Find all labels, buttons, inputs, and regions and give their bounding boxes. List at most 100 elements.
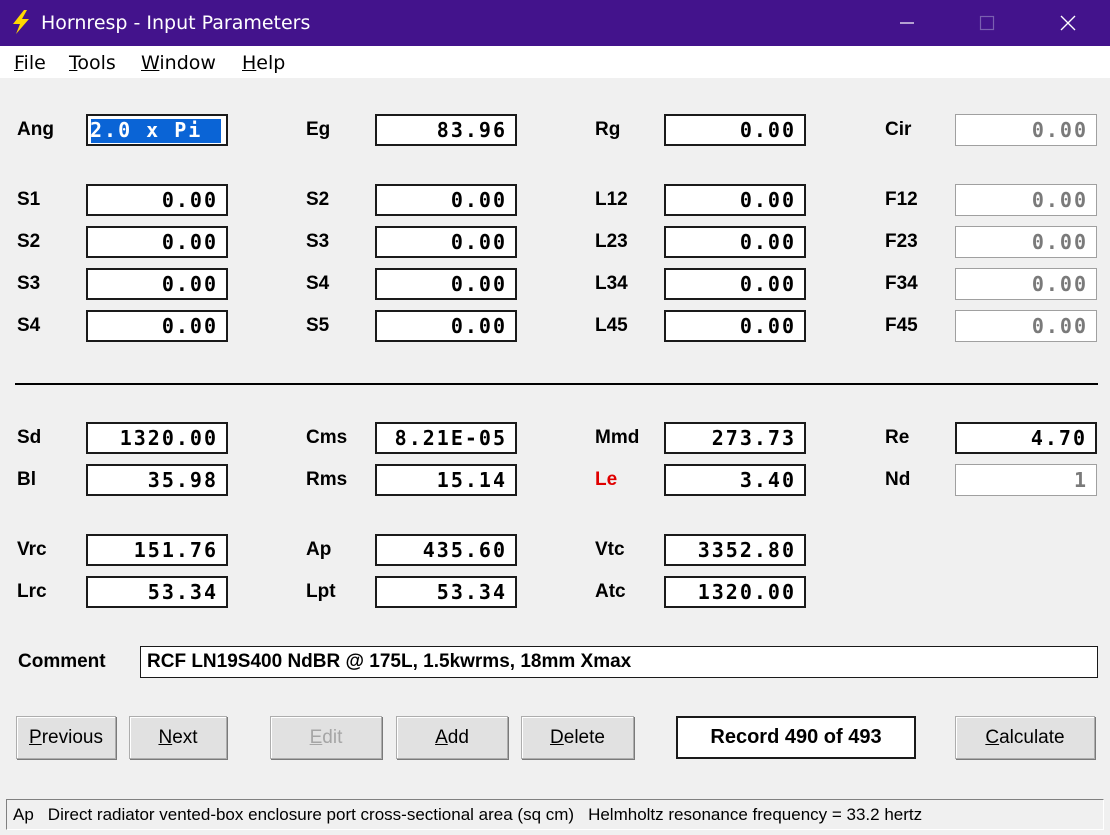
label-s1: S1 [17, 189, 41, 210]
le-field[interactable] [664, 464, 806, 496]
menu-tools[interactable]: Tools [69, 52, 116, 74]
s4-field[interactable] [86, 310, 228, 342]
comment-input[interactable] [141, 647, 1097, 677]
s1-input[interactable] [88, 186, 226, 214]
l12-field[interactable] [664, 184, 806, 216]
l23-field[interactable] [664, 226, 806, 258]
label-f45: F45 [885, 315, 918, 336]
l34-field[interactable] [664, 268, 806, 300]
label-sd: Sd [17, 427, 42, 448]
label-s3: S3 [306, 231, 330, 252]
vtc-input[interactable] [666, 536, 804, 564]
lpt-input[interactable] [377, 578, 515, 606]
mmd-input[interactable] [666, 424, 804, 452]
bl-field[interactable] [86, 464, 228, 496]
vtc-field[interactable] [664, 534, 806, 566]
l45-field[interactable] [664, 310, 806, 342]
s1-field[interactable] [86, 184, 228, 216]
ang-input[interactable] [88, 116, 226, 144]
s4-input[interactable] [377, 270, 515, 298]
status-extra: Helmholtz resonance frequency = 33.2 her… [588, 805, 923, 824]
s2-field[interactable] [86, 226, 228, 258]
cir-input [956, 115, 1096, 145]
previous-button[interactable]: Previous [16, 716, 116, 759]
ap-input[interactable] [377, 536, 515, 564]
label-vrc: Vrc [17, 539, 47, 560]
s3-field[interactable] [86, 268, 228, 300]
vrc-field[interactable] [86, 534, 228, 566]
delete-button[interactable]: Delete [521, 716, 634, 759]
calculate-button[interactable]: Calculate [955, 716, 1095, 759]
re-field[interactable] [955, 422, 1097, 454]
f12-input [956, 185, 1096, 215]
sd-input[interactable] [88, 424, 226, 452]
ap-field[interactable] [375, 534, 517, 566]
rms-input[interactable] [377, 466, 515, 494]
menu-window[interactable]: Window [141, 52, 216, 74]
s2-input[interactable] [377, 186, 515, 214]
section-divider [15, 383, 1098, 385]
s2-field[interactable] [375, 184, 517, 216]
nd-field [955, 464, 1097, 496]
ang-field[interactable] [86, 114, 228, 146]
label-f12: F12 [885, 189, 918, 210]
lpt-field[interactable] [375, 576, 517, 608]
title-bar[interactable]: Hornresp - Input Parameters [0, 0, 1110, 46]
minimize-button[interactable] [884, 0, 930, 46]
label-cms: Cms [306, 427, 348, 448]
s4-field[interactable] [375, 268, 517, 300]
le-input[interactable] [666, 466, 804, 494]
re-input[interactable] [957, 424, 1095, 452]
nd-input [956, 465, 1096, 495]
atc-field[interactable] [664, 576, 806, 608]
lrc-input[interactable] [88, 578, 226, 606]
eg-input[interactable] [377, 116, 515, 144]
label-l45: L45 [595, 315, 628, 336]
vrc-input[interactable] [88, 536, 226, 564]
l34-input[interactable] [666, 270, 804, 298]
s5-field[interactable] [375, 310, 517, 342]
s2-input[interactable] [88, 228, 226, 256]
input-parameters-panel: Ang Eg Rg Cir S1 S2 L12 F12 S2 S3 L23 F23 S3 S4 L3… [0, 78, 1110, 795]
l12-input[interactable] [666, 186, 804, 214]
label-cir: Cir [885, 119, 912, 140]
next-button[interactable]: Next [129, 716, 227, 759]
atc-input[interactable] [666, 578, 804, 606]
l23-input[interactable] [666, 228, 804, 256]
mmd-field[interactable] [664, 422, 806, 454]
menu-bar: File Tools Window Help [0, 46, 1110, 78]
close-button[interactable] [1045, 0, 1091, 46]
add-button[interactable]: Add [396, 716, 508, 759]
menu-help[interactable]: Help [242, 52, 285, 74]
f12-field [955, 184, 1097, 216]
comment-field[interactable] [140, 646, 1098, 678]
status-param: Ap [13, 805, 34, 824]
window-title: Hornresp - Input Parameters [41, 12, 311, 34]
s3-field[interactable] [375, 226, 517, 258]
s5-input[interactable] [377, 312, 515, 340]
lightning-icon [13, 10, 29, 34]
edit-button: Edit [270, 716, 382, 759]
cms-field[interactable] [375, 422, 517, 454]
f23-input [956, 227, 1096, 257]
rg-field[interactable] [664, 114, 806, 146]
eg-field[interactable] [375, 114, 517, 146]
label-l23: L23 [595, 231, 628, 252]
bl-input[interactable] [88, 466, 226, 494]
label-vtc: Vtc [595, 539, 625, 560]
cms-input[interactable] [377, 424, 515, 452]
l45-input[interactable] [666, 312, 804, 340]
label-rg: Rg [595, 119, 621, 140]
status-bar: Ap Direct radiator vented-box enclosure p… [0, 795, 1110, 835]
label-atc: Atc [595, 581, 626, 602]
rg-input[interactable] [666, 116, 804, 144]
label-eg: Eg [306, 119, 331, 140]
s3-input[interactable] [377, 228, 515, 256]
s3-input[interactable] [88, 270, 226, 298]
lrc-field[interactable] [86, 576, 228, 608]
f45-field [955, 310, 1097, 342]
s4-input[interactable] [88, 312, 226, 340]
menu-file[interactable]: File [14, 52, 46, 74]
rms-field[interactable] [375, 464, 517, 496]
sd-field[interactable] [86, 422, 228, 454]
